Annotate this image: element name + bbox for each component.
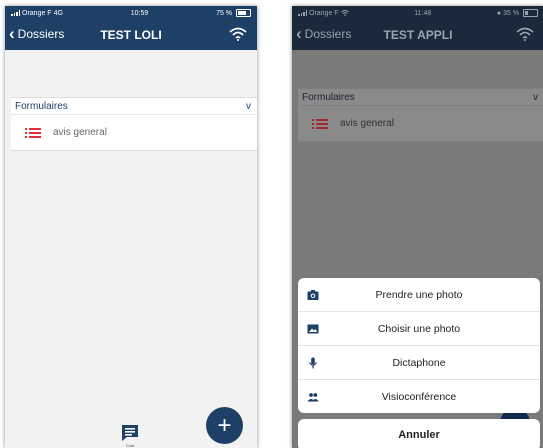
nav-bar: ‹ Dossiers TEST LOLI — [5, 20, 257, 50]
video-conference-label: Visioconférence — [381, 390, 457, 403]
page-title: TEST APPLI — [383, 28, 453, 42]
carrier-label: Orange F — [22, 9, 52, 17]
take-photo-option[interactable]: Prendre une photo — [298, 278, 540, 312]
dictaphone-option[interactable]: Dictaphone — [298, 346, 540, 380]
action-sheet: Prendre une photo Choisir une photo Dict… — [298, 278, 540, 413]
carrier-label: Orange F — [309, 9, 339, 17]
wifi-small-icon — [340, 10, 349, 16]
cancel-button[interactable]: Annuler — [298, 419, 540, 448]
battery-icon — [523, 9, 538, 17]
page-title: TEST LOLI — [100, 28, 162, 42]
people-icon — [307, 392, 319, 401]
forms-section: Formulaires v avis general — [298, 88, 543, 142]
list-icon — [312, 118, 328, 129]
take-photo-label: Prendre une photo — [375, 288, 463, 301]
image-icon — [307, 324, 319, 333]
status-left: Orange F 4G — [11, 10, 63, 17]
choose-photo-option[interactable]: Choisir une photo — [298, 312, 540, 346]
battery-icon — [236, 9, 251, 17]
forms-section: Formulaires v avis general — [11, 97, 257, 151]
forms-header[interactable]: Formulaires v — [298, 89, 543, 106]
chat-icon[interactable] — [119, 422, 141, 444]
chevron-down-icon: v — [246, 100, 251, 112]
nav-bar: ‹ Dossiers TEST APPLI — [292, 20, 543, 50]
clock: 10:59 — [130, 9, 149, 17]
forms-header-label: Formulaires — [302, 91, 355, 103]
forms-header[interactable]: Formulaires v — [11, 98, 257, 115]
list-item-label: avis general — [53, 127, 107, 138]
add-button[interactable]: + — [206, 407, 243, 444]
choose-photo-label: Choisir une photo — [377, 322, 461, 335]
list-item[interactable]: avis general — [298, 106, 543, 141]
microphone-icon — [309, 357, 317, 368]
status-left: Orange F — [298, 10, 349, 17]
phone-screen-dossier: Orange F 4G 10:59 75 % ‹ Dossiers TEST L… — [5, 6, 257, 448]
forms-header-label: Formulaires — [15, 100, 68, 112]
battery-status: ● 35 % — [497, 9, 538, 17]
list-item[interactable]: avis general — [11, 115, 257, 150]
list-icon — [25, 127, 41, 138]
status-bar: Orange F 11:48 ● 35 % — [292, 6, 543, 20]
video-conference-option[interactable]: Visioconférence — [298, 380, 540, 413]
battery-percent: 75 % — [216, 9, 233, 17]
clock: 11:48 — [414, 9, 432, 17]
signal-icon — [298, 10, 307, 16]
status-bar: Orange F 4G 10:59 75 % — [5, 6, 257, 20]
network-label: 4G — [53, 9, 63, 17]
battery-percent: 35 % — [503, 9, 520, 17]
chat-label: Chat — [125, 443, 135, 448]
phone-screen-action-sheet: Orange F 11:48 ● 35 % ‹ Dossiers TEST AP… — [292, 6, 543, 448]
list-item-label: avis general — [340, 118, 394, 129]
chevron-down-icon: v — [533, 91, 538, 103]
signal-icon — [11, 10, 20, 16]
moon-icon: ● — [496, 9, 502, 17]
wifi-icon[interactable] — [229, 27, 247, 41]
wifi-icon[interactable] — [516, 27, 534, 41]
camera-icon — [307, 289, 319, 300]
battery-status: 75 % — [216, 9, 251, 17]
dictaphone-label: Dictaphone — [392, 356, 446, 369]
